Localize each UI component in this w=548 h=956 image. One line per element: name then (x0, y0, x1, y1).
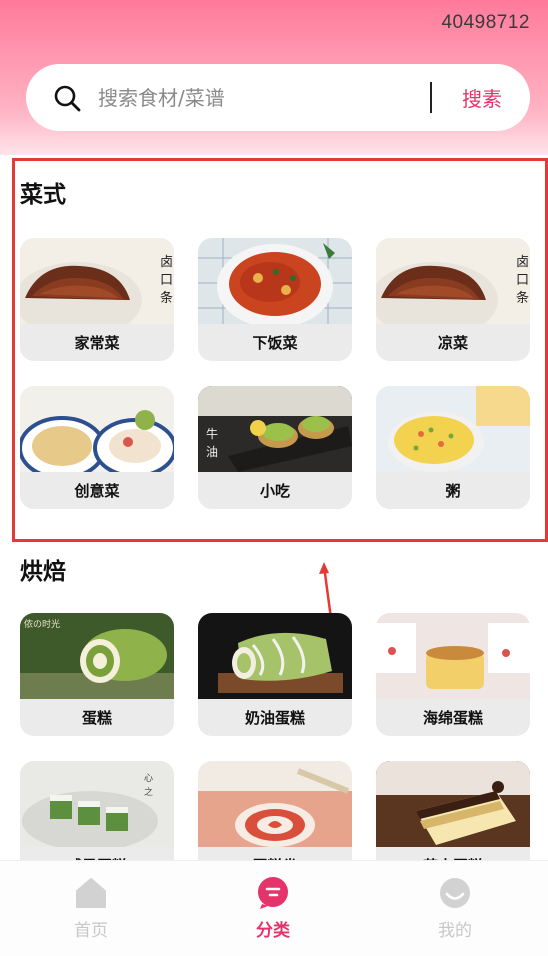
card-label: 芝士蛋糕 (376, 847, 530, 860)
category-card[interactable]: 心 之 戚风蛋糕 (20, 761, 174, 860)
card-label: 戚风蛋糕 (20, 847, 174, 860)
card-label: 蛋糕卷 (198, 847, 352, 860)
svg-text:卤: 卤 (516, 254, 529, 270)
card-image-matcha-squares: 心 之 (20, 761, 174, 847)
card-label: 下饭菜 (198, 324, 352, 361)
card-image-red-roll (198, 761, 352, 847)
card-label: 家常菜 (20, 324, 174, 361)
card-label: 蛋糕 (20, 699, 174, 736)
card-label: 海绵蛋糕 (376, 699, 530, 736)
svg-text:侬の时光: 侬の时光 (24, 618, 60, 630)
card-image-matcha-cream-roll (198, 613, 352, 699)
card-image-soup-bowls (20, 386, 174, 472)
section-title-baking: 烘焙 (20, 559, 66, 585)
search-input[interactable] (98, 85, 418, 110)
card-image-layer-cake (376, 761, 530, 847)
card-image-vegetable-pancake (376, 386, 530, 472)
card-label: 奶油蛋糕 (198, 699, 352, 736)
category-card[interactable]: 海绵蛋糕 (376, 613, 530, 736)
card-image-braised-meat: 卤 口 条 (20, 238, 174, 324)
category-icon (258, 877, 288, 909)
profile-icon (440, 878, 470, 908)
nav-item-category[interactable]: 分类 (182, 861, 364, 956)
section-title-dishes: 菜式 (20, 182, 66, 208)
category-card[interactable]: 侬の时光 蛋糕 (20, 613, 174, 736)
svg-text:条: 条 (160, 290, 173, 306)
card-image-sponge-cake (376, 613, 530, 699)
category-card[interactable]: 卤 口 条 家常菜 (20, 238, 174, 361)
home-icon (76, 878, 106, 908)
svg-text:心: 心 (144, 773, 153, 784)
nav-item-profile[interactable]: 我的 (364, 861, 546, 956)
bottom-nav: 首页 分类 我的 (0, 860, 548, 956)
search-button[interactable]: 搜素 (462, 83, 502, 112)
card-label: 凉菜 (376, 324, 530, 361)
nav-item-home[interactable]: 首页 (0, 861, 182, 956)
card-label: 小吃 (198, 472, 352, 509)
category-card[interactable]: 奶油蛋糕 (198, 613, 352, 736)
nav-label-category: 分类 (256, 921, 290, 941)
svg-text:卤: 卤 (160, 254, 173, 270)
nav-label-home: 首页 (74, 921, 108, 941)
search-icon (54, 85, 81, 111)
card-image-spicy-stir-fry (198, 238, 352, 324)
svg-text:之: 之 (144, 786, 153, 798)
nav-label-profile: 我的 (438, 921, 472, 941)
svg-text:口: 口 (516, 273, 529, 288)
card-image-avocado-toast: 牛 油 (198, 386, 352, 472)
status-id-text: 40498712 (441, 12, 530, 33)
search-bar[interactable]: 搜素 (26, 64, 530, 131)
category-card[interactable]: 粥 (376, 386, 530, 509)
svg-text:油: 油 (206, 445, 218, 459)
category-card[interactable]: 牛 油 小吃 (198, 386, 352, 509)
category-card[interactable]: 卤 口 条 凉菜 (376, 238, 530, 361)
category-card[interactable]: 下饭菜 (198, 238, 352, 361)
card-image-braised-meat: 卤 口 条 (376, 238, 530, 324)
svg-text:牛: 牛 (206, 426, 218, 441)
card-label: 粥 (376, 472, 530, 509)
search-divider (430, 82, 432, 113)
category-card[interactable]: 芝士蛋糕 (376, 761, 530, 860)
svg-text:口: 口 (160, 273, 173, 288)
category-card[interactable]: 蛋糕卷 (198, 761, 352, 860)
card-label: 创意菜 (20, 472, 174, 509)
svg-text:条: 条 (516, 290, 529, 306)
card-image-matcha-roll: 侬の时光 (20, 613, 174, 699)
category-content[interactable]: 菜式 卤 口 条 家常菜 下饭菜 卤 口 条 凉菜 创意菜 牛 油 小吃 粥 烘… (0, 155, 548, 860)
category-card[interactable]: 创意菜 (20, 386, 174, 509)
